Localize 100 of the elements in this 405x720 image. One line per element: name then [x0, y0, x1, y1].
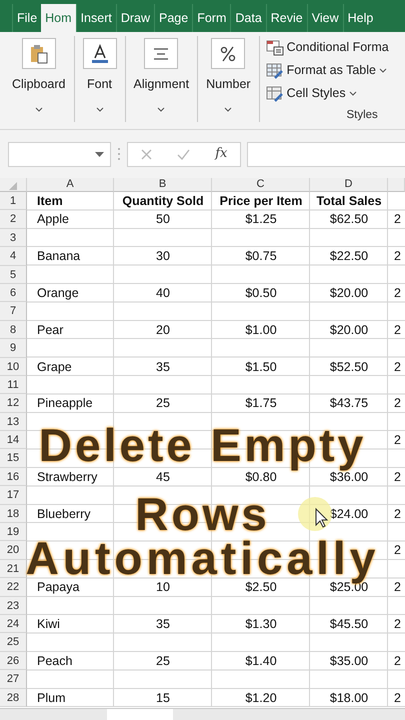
chevron-down-icon	[224, 107, 232, 112]
percent-icon	[219, 44, 238, 63]
table-cell-text: Banana	[36, 248, 82, 266]
row-header[interactable]: 28	[0, 688, 27, 707]
table-cell-text: 10	[156, 580, 170, 596]
ribbon-button[interactable]	[211, 38, 246, 70]
font-color-icon	[90, 44, 110, 64]
table-cell-text: 2	[393, 211, 402, 228]
table-cell-text: 20	[155, 322, 171, 339]
table-cell-text: $1.50	[244, 358, 278, 376]
table-cell-text: $36.00	[330, 470, 370, 486]
cancel-icon[interactable]	[140, 148, 152, 160]
row-header[interactable]: 10	[0, 358, 27, 376]
table-cell-text: $1.40	[244, 652, 278, 670]
row-header[interactable]: 9	[0, 339, 27, 358]
check-icon[interactable]	[176, 148, 190, 160]
table-cell-text: $1.00	[244, 322, 278, 339]
table-cell-text: 2	[393, 690, 402, 707]
table-cell-text: $1.75	[244, 395, 278, 412]
row-header[interactable]: 18	[0, 504, 27, 524]
sheet-tab[interactable]	[107, 709, 173, 720]
column-header[interactable]: A	[27, 178, 114, 192]
table-cell-text: Orange	[36, 284, 80, 302]
row-header[interactable]: 2	[0, 210, 27, 229]
ribbon-button[interactable]	[82, 38, 117, 70]
table-cell-text: 2	[393, 322, 402, 339]
table-cell-text: 15	[155, 690, 171, 707]
insert-function-button[interactable]: fx	[215, 144, 228, 164]
name-box[interactable]	[8, 142, 111, 166]
column-heading: Item	[36, 193, 64, 210]
row-header[interactable]: 27	[0, 670, 27, 689]
ribbon-button[interactable]	[22, 38, 56, 70]
table-cell-text: $1.30	[244, 616, 278, 633]
table-cell-text: Peach	[36, 652, 74, 670]
row-header[interactable]: 22	[0, 578, 27, 597]
table-cell-text: $62.50	[328, 211, 370, 228]
table-cell-text: $35.00	[328, 652, 370, 670]
row-header[interactable]: 20	[0, 541, 27, 560]
table-cell-text: Plum	[36, 690, 66, 707]
table-cell-text: $20.00	[328, 322, 370, 339]
column-header[interactable]: D	[310, 178, 388, 192]
row-header[interactable]: 14	[0, 431, 27, 450]
select-all-corner[interactable]	[0, 178, 27, 192]
row-header[interactable]: 13	[0, 412, 27, 432]
table-cell-text: $2.50	[245, 580, 277, 596]
align-center-icon	[152, 46, 170, 61]
row-header[interactable]: 4	[0, 247, 27, 266]
table-cell-text: Kiwi	[36, 616, 61, 633]
styles-menu-item[interactable]: Format as Table	[266, 59, 389, 82]
row-header[interactable]: 19	[0, 523, 27, 542]
table-cell-text: 2	[393, 468, 402, 486]
table-cell-text: 2	[393, 506, 402, 523]
table-cell-text: $18.00	[328, 690, 370, 707]
table-cell-text: 2	[393, 248, 402, 266]
styles-menu-item[interactable]: Conditional Forma	[266, 36, 389, 59]
table-cell-text: $1.25	[244, 211, 278, 228]
row-header[interactable]: 15	[0, 449, 27, 468]
row-header[interactable]: 17	[0, 486, 27, 505]
row-header[interactable]: 21	[0, 560, 27, 578]
table-cell-text: 2	[393, 395, 402, 412]
row-header[interactable]: 5	[0, 266, 27, 284]
row-header[interactable]: 3	[0, 228, 27, 248]
column-header[interactable]: C	[212, 178, 310, 192]
cursor-highlight-drawing	[298, 497, 332, 531]
row-header[interactable]: 26	[0, 652, 27, 670]
group-label: Font	[87, 76, 112, 94]
table-cell-text: $43.75	[328, 395, 370, 412]
table-cell-text: $20.00	[328, 284, 370, 302]
conditional-format-icon	[266, 40, 284, 56]
chevron-down-icon	[34, 107, 43, 112]
ribbon-tab[interactable]: Hom	[41, 4, 76, 32]
cell-styles-icon	[266, 86, 284, 102]
formula-field[interactable]	[247, 142, 405, 166]
table-cell-text: Apple	[36, 211, 70, 228]
caption-text: Delete Empty	[38, 420, 366, 470]
table-cell-text: $0.80	[245, 470, 277, 486]
row-header[interactable]: 23	[0, 596, 27, 615]
table-cell-text: 2	[393, 358, 402, 376]
row-header[interactable]: 1	[0, 192, 27, 210]
table-cell-text: Papaya	[37, 580, 80, 596]
row-header[interactable]: 11	[0, 376, 27, 394]
row-header[interactable]: 8	[0, 320, 27, 340]
corner-triangle-icon	[9, 182, 17, 190]
group-label: Styles	[346, 108, 378, 123]
column-header[interactable]	[388, 178, 405, 192]
grip-icon	[117, 147, 121, 161]
row-header[interactable]: 24	[0, 614, 27, 634]
table-cell-text: 35	[155, 358, 171, 376]
table-cell-text: 35	[155, 616, 171, 633]
column-header[interactable]: B	[114, 178, 212, 192]
row-header[interactable]: 25	[0, 633, 27, 652]
table-cell-text: $0.50	[244, 284, 278, 302]
ribbon-button[interactable]	[144, 38, 178, 70]
row-header[interactable]: 6	[0, 284, 27, 302]
table-cell-text: $0.75	[244, 248, 278, 266]
row-header[interactable]: 7	[0, 302, 27, 321]
row-header[interactable]: 16	[0, 468, 27, 486]
styles-menu-item[interactable]: Cell Styles	[266, 82, 389, 105]
clipboard-icon	[30, 44, 48, 64]
row-header[interactable]: 12	[0, 394, 27, 413]
